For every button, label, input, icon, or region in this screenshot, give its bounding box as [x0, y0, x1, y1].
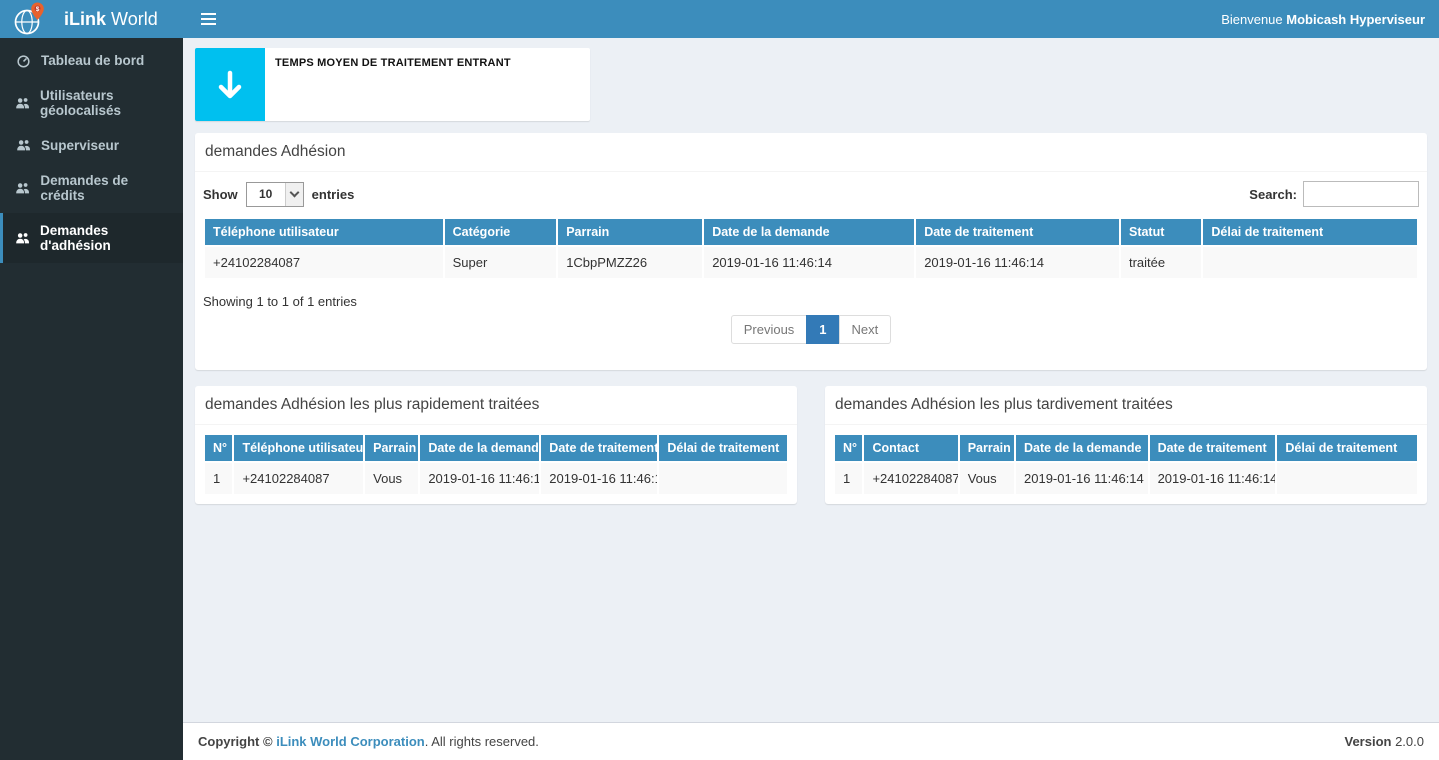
table-row: +24102284087 Super 1CbpPMZZ26 2019-01-16…: [205, 247, 1417, 278]
column-header[interactable]: Date de la demande: [704, 219, 914, 245]
next-page-button[interactable]: Next: [839, 315, 892, 344]
column-header[interactable]: Statut: [1121, 219, 1201, 245]
column-header[interactable]: Date de la demande: [1016, 435, 1148, 461]
panel-title: demandes Adhésion: [195, 133, 1427, 172]
down-arrow-icon: [195, 48, 265, 121]
column-header[interactable]: Délai de traitement: [1203, 219, 1417, 245]
column-header[interactable]: Parrain: [365, 435, 418, 461]
cell-telephone: +24102284087: [234, 463, 363, 494]
table-header-row: N° Contact Parrain Date de la demande Da…: [835, 435, 1417, 461]
table-row: 1 +24102284087 Vous 2019-01-16 11:46:14 …: [835, 463, 1417, 494]
column-header[interactable]: Téléphone utilisateur: [234, 435, 363, 461]
page-length-control: Show 10 entries: [203, 182, 354, 207]
show-label: Show: [203, 187, 238, 202]
company-link[interactable]: iLink World Corporation: [276, 734, 425, 749]
page-size-select[interactable]: 10: [246, 182, 304, 207]
column-header[interactable]: Délai de traitement: [659, 435, 787, 461]
cell-telephone: +24102284087: [205, 247, 443, 278]
content-area: TEMPS MOYEN DE TRAITEMENT ENTRANT demand…: [183, 38, 1439, 722]
brand-title: iLink World: [64, 9, 158, 30]
version-text: Version 2.0.0: [1344, 734, 1424, 749]
cell-parrain: Vous: [365, 463, 418, 494]
search-input[interactable]: [1303, 181, 1419, 207]
column-header[interactable]: Téléphone utilisateur: [205, 219, 443, 245]
cell-delai: [1277, 463, 1417, 494]
sidebar-item-tableau-de-bord[interactable]: Tableau de bord: [0, 43, 183, 78]
sidebar-item-demandes-adhesion[interactable]: Demandes d'adhésion: [0, 213, 183, 263]
panel-title: demandes Adhésion les plus rapidement tr…: [195, 386, 797, 425]
column-header[interactable]: Date de la demande: [420, 435, 539, 461]
column-header[interactable]: N°: [205, 435, 232, 461]
cell-categorie: Super: [445, 247, 557, 278]
sidebar-item-label: Demandes d'adhésion: [40, 223, 171, 253]
cell-delai: [659, 463, 787, 494]
users-icon: [15, 138, 31, 153]
cell-parrain: 1CbpPMZZ26: [558, 247, 702, 278]
cell-date-traitement: 2019-01-16 11:46:14: [916, 247, 1119, 278]
sidebar-item-label: Demandes de crédits: [40, 173, 171, 203]
cell-parrain: Vous: [960, 463, 1014, 494]
cell-date-demande: 2019-01-16 11:46:14: [1016, 463, 1148, 494]
panel-tardivement-traitees: demandes Adhésion les plus tardivement t…: [825, 386, 1427, 504]
search-label: Search:: [1249, 187, 1297, 202]
cell-numero: 1: [835, 463, 862, 494]
column-header[interactable]: Date de traitement: [1150, 435, 1276, 461]
cell-date-demande: 2019-01-16 11:46:14: [704, 247, 914, 278]
page-size-value: 10: [247, 183, 285, 206]
footer: Copyright © iLink World Corporation. All…: [183, 722, 1439, 760]
panel-rapidement-traitees: demandes Adhésion les plus rapidement tr…: [195, 386, 797, 504]
brand-area[interactable]: $ iLink World: [0, 0, 183, 38]
sidebar-item-superviseur[interactable]: Superviseur: [0, 128, 183, 163]
users-icon: [15, 181, 30, 196]
column-header[interactable]: Parrain: [960, 435, 1014, 461]
sidebar-item-demandes-de-credits[interactable]: Demandes de crédits: [0, 163, 183, 213]
cell-statut: traitée: [1121, 247, 1201, 278]
cell-date-demande: 2019-01-16 11:46:14: [420, 463, 539, 494]
globe-pin-logo: $: [12, 1, 48, 37]
showing-entries-text: Showing 1 to 1 of 1 entries: [203, 294, 1419, 309]
sidebar-item-label: Utilisateurs géolocalisés: [40, 88, 171, 118]
column-header[interactable]: Catégorie: [445, 219, 557, 245]
table-header-row: Téléphone utilisateur Catégorie Parrain …: [205, 219, 1417, 245]
info-box-temps-moyen: TEMPS MOYEN DE TRAITEMENT ENTRANT: [195, 48, 590, 121]
cell-delai: [1203, 247, 1417, 278]
search-control: Search:: [1249, 181, 1419, 207]
table-header-row: N° Téléphone utilisateur Parrain Date de…: [205, 435, 787, 461]
chevron-down-icon: [285, 183, 303, 206]
column-header[interactable]: Contact: [864, 435, 957, 461]
page-1-button[interactable]: 1: [806, 315, 839, 344]
table-row: 1 +24102284087 Vous 2019-01-16 11:46:14 …: [205, 463, 787, 494]
panel-title: demandes Adhésion les plus tardivement t…: [825, 386, 1427, 425]
column-header[interactable]: Date de traitement: [916, 219, 1119, 245]
pagination: Previous 1 Next: [203, 315, 1419, 344]
cell-date-traitement: 2019-01-16 11:46:14: [1150, 463, 1276, 494]
cell-contact: +24102284087: [864, 463, 957, 494]
users-icon: [15, 231, 30, 246]
entries-label: entries: [312, 187, 355, 202]
svg-text:$: $: [36, 6, 40, 13]
panel-demandes-adhesion: demandes Adhésion Show 10 entries Se: [195, 133, 1427, 370]
users-icon: [15, 96, 30, 111]
column-header[interactable]: Date de traitement: [541, 435, 657, 461]
sidebar-item-utilisateurs-geolocalises[interactable]: Utilisateurs géolocalisés: [0, 78, 183, 128]
sidebar-item-label: Superviseur: [41, 138, 119, 153]
tardivement-traitees-table: N° Contact Parrain Date de la demande Da…: [833, 433, 1419, 496]
hamburger-icon[interactable]: [197, 7, 220, 31]
column-header[interactable]: N°: [835, 435, 862, 461]
rapidement-traitees-table: N° Téléphone utilisateur Parrain Date de…: [203, 433, 789, 496]
cell-numero: 1: [205, 463, 232, 494]
welcome-message: Bienvenue Mobicash Hyperviseur: [1221, 12, 1425, 27]
previous-page-button[interactable]: Previous: [731, 315, 808, 344]
column-header[interactable]: Parrain: [558, 219, 702, 245]
cell-date-traitement: 2019-01-16 11:46:14: [541, 463, 657, 494]
column-header[interactable]: Délai de traitement: [1277, 435, 1417, 461]
info-box-title: TEMPS MOYEN DE TRAITEMENT ENTRANT: [265, 48, 521, 121]
top-bar: $ iLink World Bienvenue Mobicash Hypervi…: [0, 0, 1439, 38]
sidebar: Tableau de bord Utilisateurs géolocalisé…: [0, 38, 183, 760]
sidebar-item-label: Tableau de bord: [41, 53, 144, 68]
copyright-text: Copyright © iLink World Corporation. All…: [198, 734, 539, 749]
top-nav: Bienvenue Mobicash Hyperviseur: [183, 0, 1439, 38]
dashboard-icon: [15, 53, 31, 68]
demandes-adhesion-table: Téléphone utilisateur Catégorie Parrain …: [203, 217, 1419, 280]
